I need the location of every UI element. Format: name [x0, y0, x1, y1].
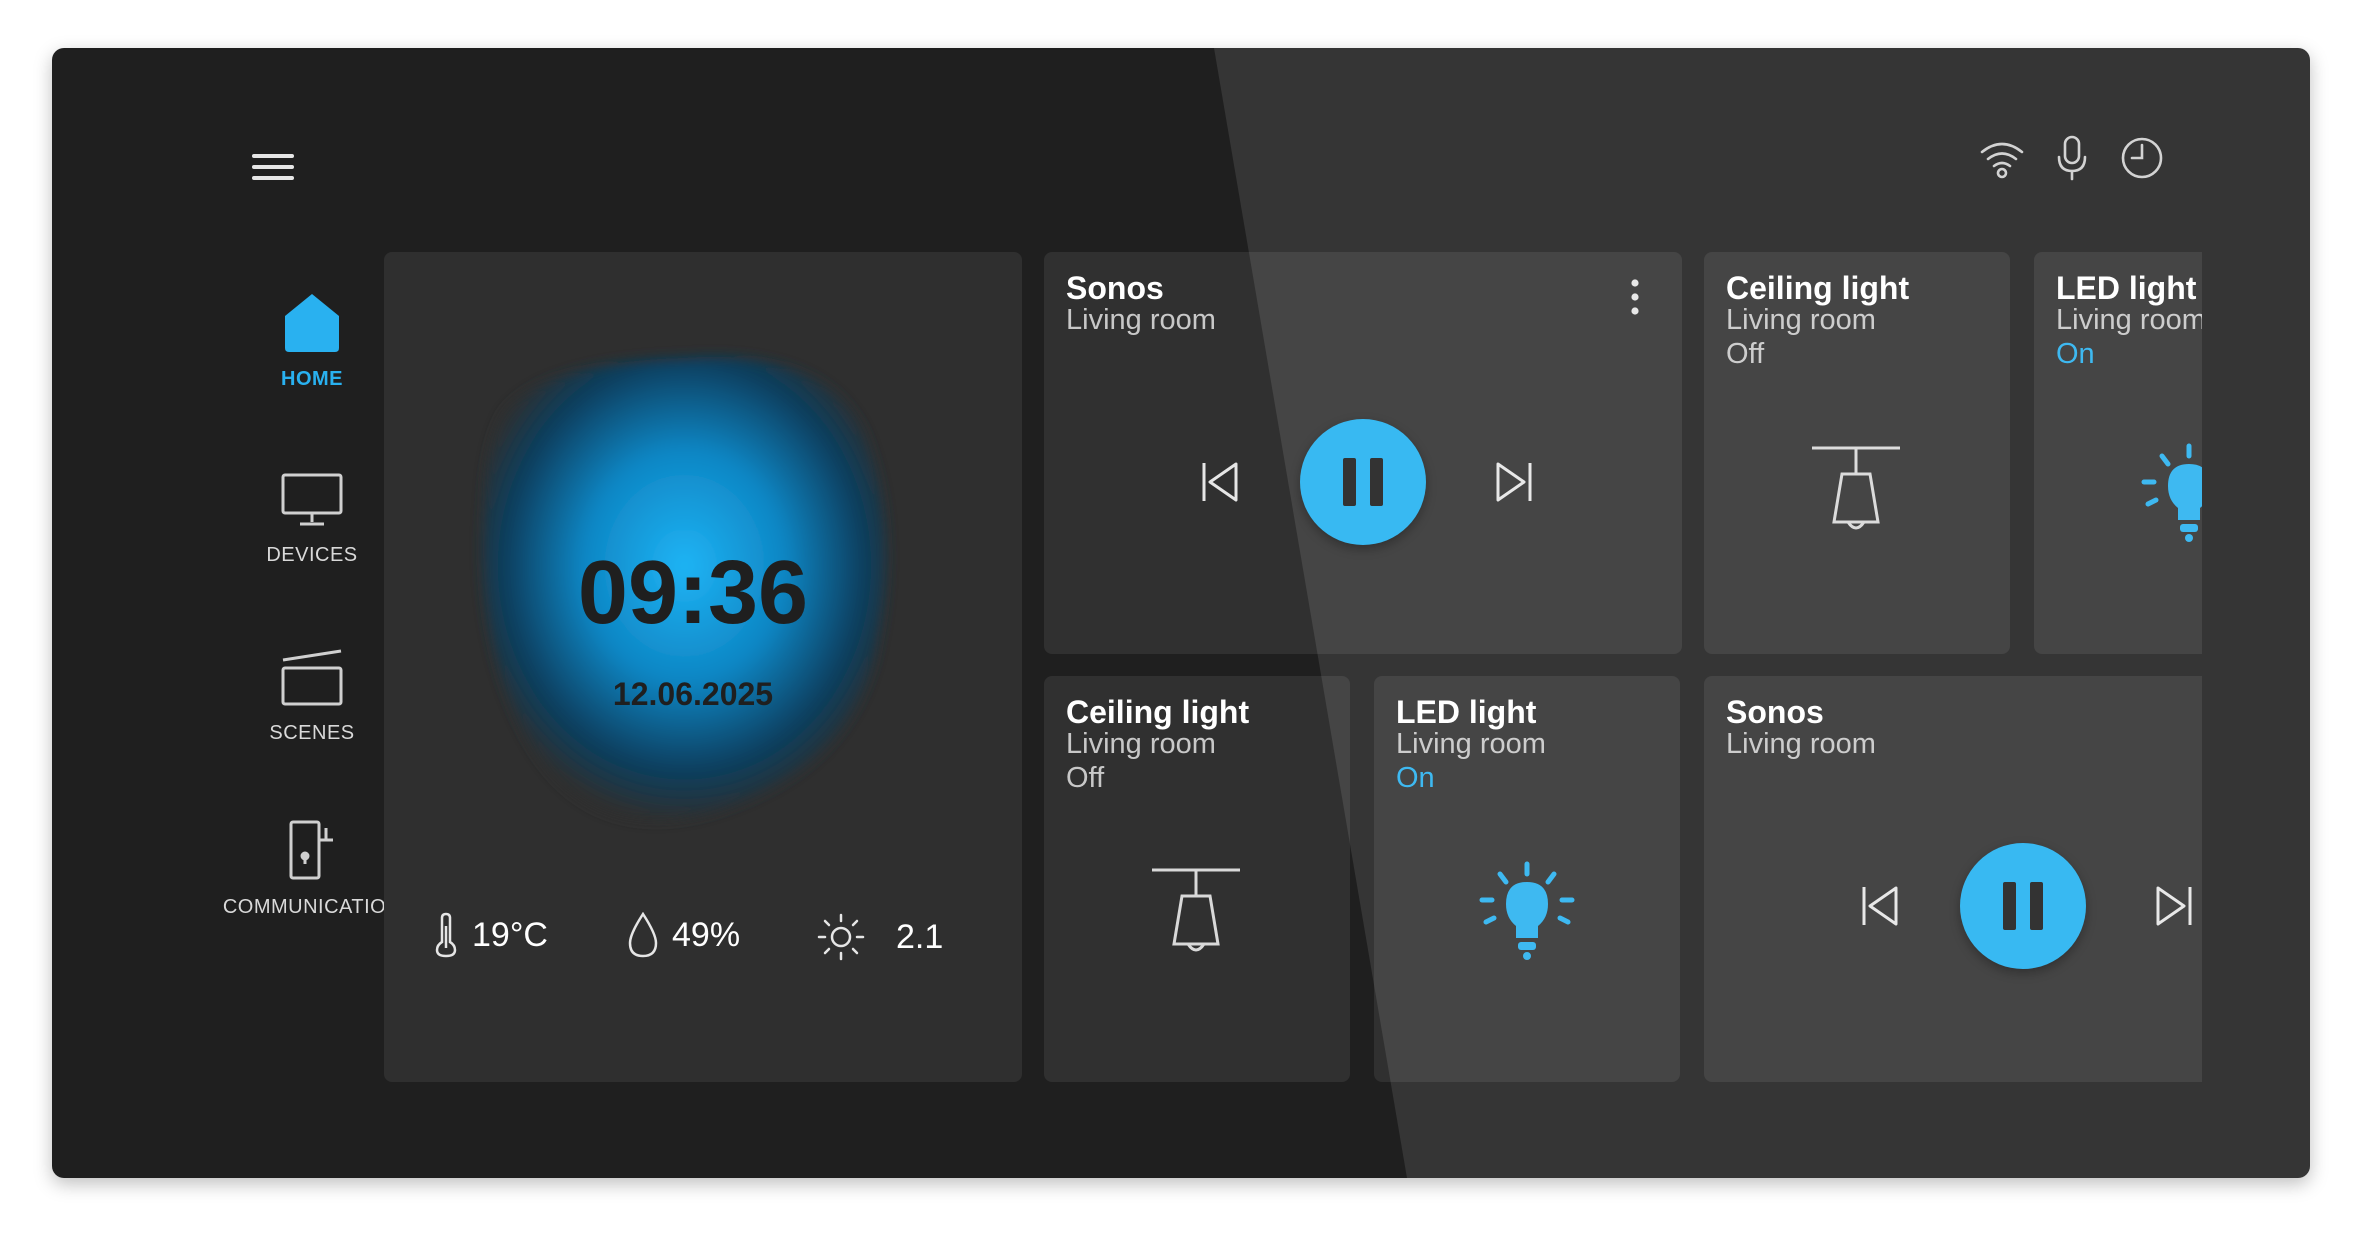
skip-next-icon: [2156, 886, 2192, 926]
tile-title: Sonos: [1726, 694, 1824, 730]
previous-track-button[interactable]: [1190, 452, 1250, 512]
tile-room: Living room: [2056, 304, 2202, 336]
led-light-tile-top[interactable]: LED light Living room On: [2034, 252, 2202, 654]
sonos-tile-top[interactable]: Sonos Living room: [1044, 252, 1682, 654]
sonos-tile-bottom[interactable]: Sonos Living room: [1704, 676, 2202, 1082]
home-icon: [285, 294, 339, 352]
clock-icon: [2121, 137, 2163, 179]
scenes-icon: [281, 649, 343, 706]
water-drop-icon: [628, 912, 658, 958]
tile-room: Living room: [1066, 304, 1216, 336]
clock-button[interactable]: [2110, 126, 2174, 190]
tile-state: Off: [1726, 338, 1765, 370]
light-bulb-on-icon: [2141, 443, 2202, 542]
temperature-reading: 19°C: [434, 912, 548, 958]
menu-button[interactable]: [228, 134, 318, 200]
clock-date: 12.06.2025: [612, 676, 774, 712]
sun-icon: [817, 913, 865, 961]
clock-weather-tile: 09:36 12.06.2025 19°C 49% 2.1: [384, 252, 1022, 1082]
tile-title: LED light: [1396, 694, 1537, 730]
tile-state: On: [2056, 338, 2095, 370]
tile-room: Living room: [1396, 728, 1546, 760]
voice-control[interactable]: [2042, 126, 2102, 190]
tile-title: LED light: [2056, 270, 2197, 306]
menu-icon: [252, 154, 294, 180]
led-light-tile-bottom[interactable]: LED light Living room On: [1374, 676, 1680, 1082]
tile-state: On: [1396, 762, 1435, 794]
monitor-icon: [281, 473, 343, 526]
skip-next-icon: [1496, 462, 1532, 502]
next-track-button[interactable]: [1484, 452, 1544, 512]
tile-room: Living room: [1066, 728, 1216, 760]
more-vertical-icon: [1631, 279, 1639, 315]
thermometer-icon: [435, 912, 457, 958]
pause-icon: [2003, 882, 2043, 930]
ceiling-lamp-icon: [1812, 446, 1900, 530]
smart-home-panel: HOME DEVICES SCENES COMMUNICATION 09:36 …: [52, 48, 2310, 1178]
pause-button[interactable]: [1300, 419, 1426, 545]
previous-track-button[interactable]: [1850, 876, 1910, 936]
ceiling-light-tile-bottom[interactable]: Ceiling light Living room Off: [1044, 676, 1350, 1082]
humidity-value: 49%: [672, 915, 741, 954]
skip-previous-icon: [1202, 462, 1238, 502]
pause-button[interactable]: [1960, 843, 2086, 969]
clock-time: 09:36: [577, 543, 809, 643]
ceiling-light-tile-top[interactable]: Ceiling light Living room Off: [1704, 252, 2010, 654]
uv-reading: 2.1: [816, 912, 943, 962]
door-phone-icon: [289, 820, 333, 880]
ceiling-lamp-icon: [1152, 868, 1240, 952]
microphone-icon: [2057, 135, 2087, 181]
humidity-reading: 49%: [628, 912, 740, 958]
uv-value: 2.1: [896, 917, 944, 956]
tile-state: Off: [1066, 762, 1105, 794]
wifi-icon: [1980, 142, 2024, 179]
light-bulb-on-icon: [1479, 861, 1575, 960]
tile-title: Sonos: [1066, 270, 1164, 306]
temperature-value: 19°C: [472, 915, 548, 954]
tile-title: Ceiling light: [1066, 694, 1250, 730]
tile-room: Living room: [1726, 728, 1876, 760]
wifi-status[interactable]: [1972, 128, 2032, 188]
skip-previous-icon: [1862, 886, 1898, 926]
tile-title: Ceiling light: [1726, 270, 1910, 306]
more-options-button[interactable]: [1618, 272, 1652, 322]
next-track-button[interactable]: [2144, 876, 2202, 936]
tile-room: Living room: [1726, 304, 1876, 336]
pause-icon: [1343, 458, 1383, 506]
